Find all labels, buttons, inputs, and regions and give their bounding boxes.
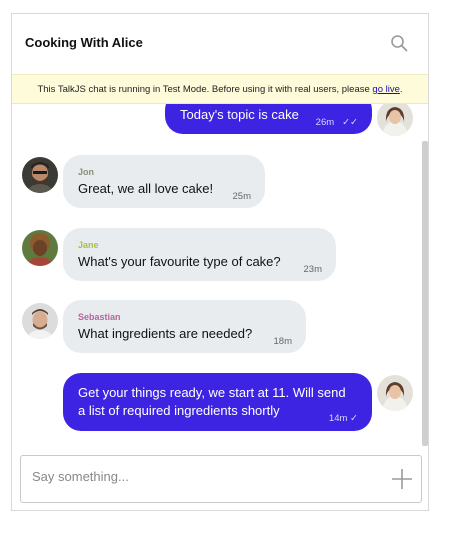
test-mode-banner: This TalkJS chat is running in Test Mode…: [12, 74, 428, 104]
sender-name: Jon: [78, 167, 95, 177]
message-composer: [20, 455, 422, 503]
avatar-alice: [377, 375, 413, 411]
message-time: 26m ✓✓: [315, 117, 358, 128]
message-text: What's your favourite type of cake?: [78, 254, 281, 269]
chat-header: Cooking With Alice: [12, 14, 428, 74]
search-icon[interactable]: [390, 34, 408, 52]
message-text: Great, we all love cake!: [78, 181, 214, 196]
avatar-sebastian: [22, 303, 58, 339]
chat-panel: Cooking With Alice This TalkJS chat is r…: [11, 13, 429, 511]
message-time: 18m: [273, 336, 292, 347]
avatar-alice: [377, 104, 413, 136]
read-status-icon: ✓✓: [342, 117, 358, 128]
message-bubble-incoming: Jane What's your favourite type of cake?…: [63, 228, 336, 281]
avatar-jane: [22, 230, 58, 266]
banner-suffix: .: [399, 84, 403, 95]
message-text-line: a list of required ingredients shortly: [78, 403, 280, 418]
go-live-link[interactable]: go live: [372, 84, 399, 95]
plus-icon[interactable]: [391, 468, 413, 490]
message-list: Today's topic is cake 26m ✓✓ Jon Great, …: [12, 104, 428, 449]
sender-name: Jane: [78, 240, 99, 250]
banner-text: This TalkJS chat is running in Test Mode…: [37, 84, 373, 95]
message-text: Today's topic is cake: [180, 107, 299, 122]
message-text: Get your things ready, we start at 11. W…: [78, 384, 346, 420]
message-text: What ingredients are needed?: [78, 326, 253, 341]
conversation-title: Cooking With Alice: [25, 35, 143, 50]
sender-name: Sebastian: [78, 312, 121, 322]
message-bubble-incoming: Jon Great, we all love cake! 25m: [63, 155, 265, 208]
avatar-jon: [22, 157, 58, 193]
message-time: 23m: [303, 264, 322, 275]
sent-status-icon: ✓: [350, 413, 358, 424]
message-bubble-outgoing: Today's topic is cake 26m ✓✓: [165, 104, 372, 134]
message-time: 14m ✓: [328, 413, 358, 424]
scrollbar[interactable]: [422, 141, 428, 446]
message-time: 25m: [232, 191, 251, 202]
message-text-line: Get your things ready, we start at 11. W…: [78, 385, 346, 400]
message-bubble-outgoing: Get your things ready, we start at 11. W…: [63, 373, 372, 431]
message-input[interactable]: [30, 464, 374, 488]
message-bubble-incoming: Sebastian What ingredients are needed? 1…: [63, 300, 306, 353]
